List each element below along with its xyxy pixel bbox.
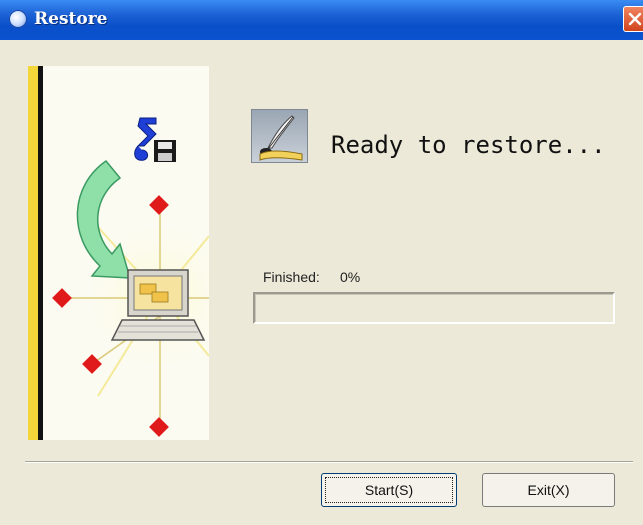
progress-value: 0% — [340, 269, 361, 285]
quill-scroll-icon — [251, 109, 308, 163]
progress-bar — [253, 292, 615, 324]
close-icon — [628, 12, 642, 26]
close-button[interactable] — [623, 6, 643, 32]
wizard-illustration — [28, 66, 209, 440]
status-message: Ready to restore... — [331, 131, 606, 159]
backup-disk-icon — [134, 117, 176, 162]
start-button-label: Start(S) — [364, 482, 414, 498]
window-title: Restore — [34, 9, 108, 29]
restore-diagram — [52, 117, 209, 437]
restore-app-icon — [9, 10, 27, 28]
progress-label: Finished: — [263, 269, 320, 285]
exit-button-label: Exit(X) — [527, 482, 570, 498]
title-bar[interactable]: Restore — [0, 0, 643, 40]
exit-button[interactable]: Exit(X) — [482, 473, 615, 507]
start-button[interactable]: Start(S) — [321, 473, 457, 507]
separator-line — [25, 461, 633, 463]
